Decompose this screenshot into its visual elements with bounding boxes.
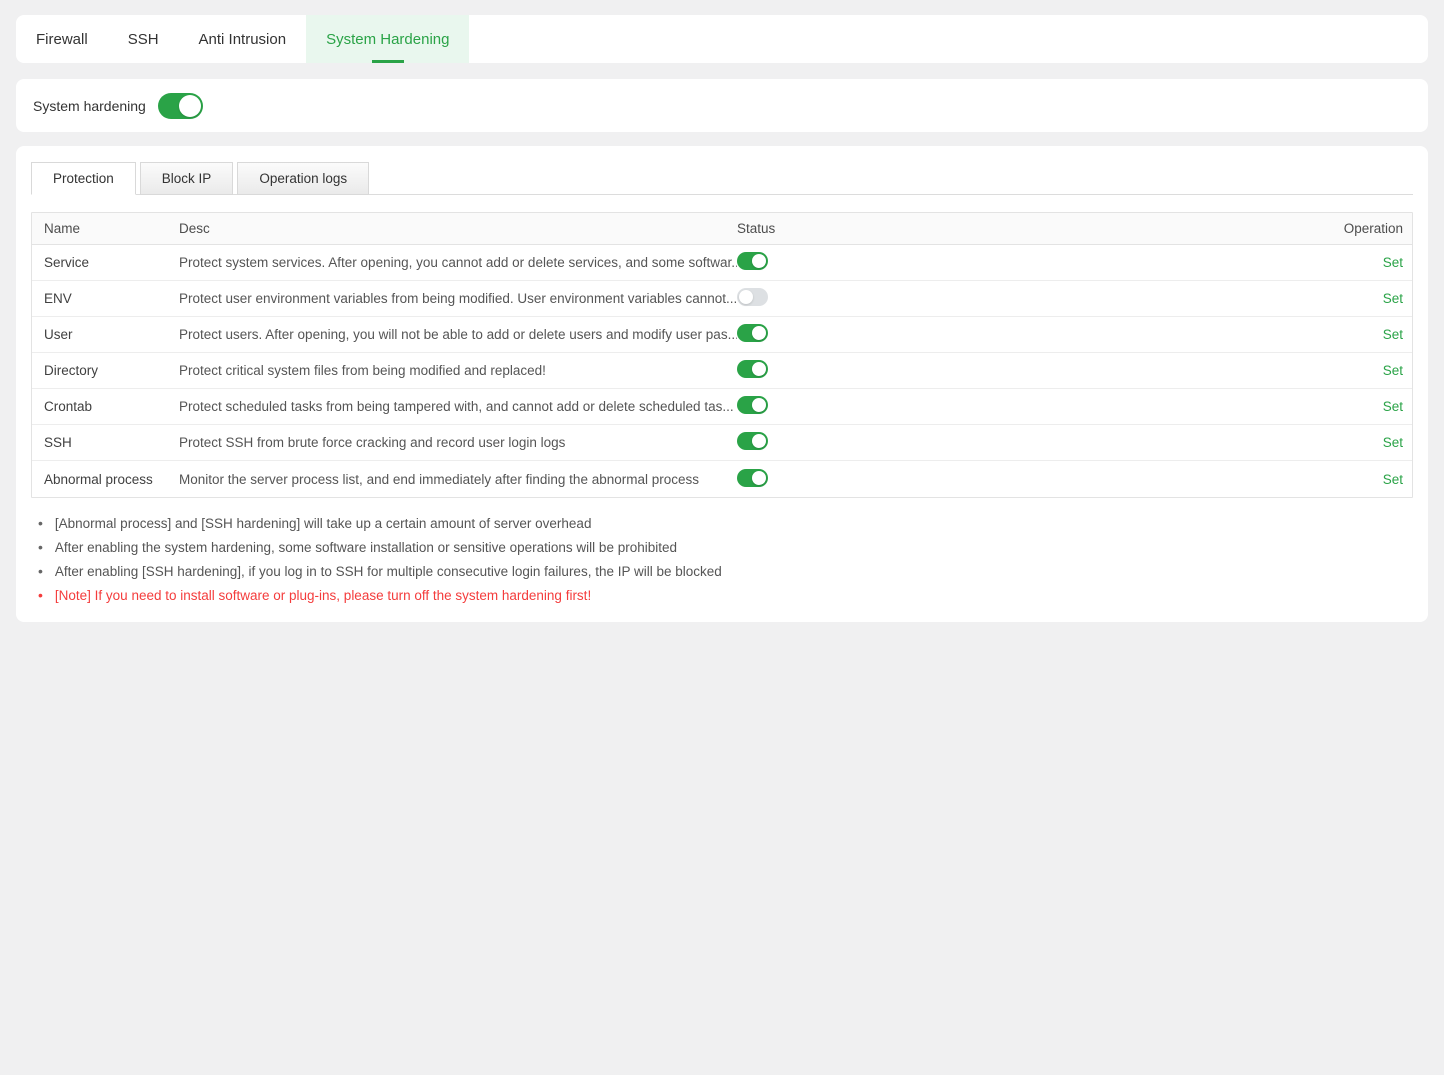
note-item: After enabling [SSH hardening], if you l… — [31, 559, 1413, 583]
note-item: [Abnormal process] and [SSH hardening] w… — [31, 511, 1413, 535]
protection-table: Name Desc Status Operation Service Prote… — [31, 212, 1413, 498]
sub-tabbar: Protection Block IP Operation logs — [31, 162, 1413, 195]
row-status-toggle[interactable] — [737, 288, 768, 306]
tab-firewall[interactable]: Firewall — [16, 15, 108, 63]
tab-anti-intrusion[interactable]: Anti Intrusion — [179, 15, 307, 63]
column-header-desc: Desc — [179, 221, 737, 236]
table-row: ENV Protect user environment variables f… — [32, 281, 1412, 317]
row-name: ENV — [32, 291, 179, 306]
row-status-toggle[interactable] — [737, 360, 768, 378]
row-status-toggle[interactable] — [737, 469, 768, 487]
table-row: Directory Protect critical system files … — [32, 353, 1412, 389]
row-set-link[interactable]: Set — [1383, 363, 1403, 378]
row-set-link[interactable]: Set — [1383, 472, 1403, 487]
main-content-card: Protection Block IP Operation logs Name … — [16, 146, 1428, 622]
note-item-warning: [Note] If you need to install software o… — [31, 583, 1413, 607]
hardening-toggle-card: System hardening — [16, 79, 1428, 132]
column-header-operation: Operation — [1302, 221, 1412, 236]
row-name: User — [32, 327, 179, 342]
row-desc: Protect users. After opening, you will n… — [179, 327, 737, 342]
row-status-toggle[interactable] — [737, 252, 768, 270]
row-name: Service — [32, 255, 179, 270]
table-row: User Protect users. After opening, you w… — [32, 317, 1412, 353]
row-desc: Protect scheduled tasks from being tampe… — [179, 399, 737, 414]
tab-ssh[interactable]: SSH — [108, 15, 179, 63]
row-set-link[interactable]: Set — [1383, 291, 1403, 306]
hardening-toggle-label: System hardening — [33, 98, 146, 114]
row-name: Abnormal process — [32, 472, 179, 487]
table-row: Abnormal process Monitor the server proc… — [32, 461, 1412, 497]
subtab-protection[interactable]: Protection — [31, 162, 136, 195]
main-tabbar: Firewall SSH Anti Intrusion System Harde… — [16, 15, 1428, 63]
column-header-name: Name — [32, 221, 179, 236]
hardening-master-toggle[interactable] — [158, 93, 203, 119]
row-desc: Protect system services. After opening, … — [179, 255, 737, 270]
row-set-link[interactable]: Set — [1383, 255, 1403, 270]
column-header-status: Status — [737, 221, 1302, 236]
table-row: Crontab Protect scheduled tasks from bei… — [32, 389, 1412, 425]
table-row: SSH Protect SSH from brute force crackin… — [32, 425, 1412, 461]
row-name: Directory — [32, 363, 179, 378]
row-set-link[interactable]: Set — [1383, 435, 1403, 450]
note-item: After enabling the system hardening, som… — [31, 535, 1413, 559]
table-header-row: Name Desc Status Operation — [32, 213, 1412, 245]
table-body: Service Protect system services. After o… — [32, 245, 1412, 497]
row-set-link[interactable]: Set — [1383, 327, 1403, 342]
row-desc: Protect SSH from brute force cracking an… — [179, 435, 737, 450]
row-name: Crontab — [32, 399, 179, 414]
row-name: SSH — [32, 435, 179, 450]
subtab-operation-logs[interactable]: Operation logs — [237, 162, 369, 195]
table-row: Service Protect system services. After o… — [32, 245, 1412, 281]
notes-list: [Abnormal process] and [SSH hardening] w… — [31, 511, 1413, 607]
row-set-link[interactable]: Set — [1383, 399, 1403, 414]
row-status-toggle[interactable] — [737, 396, 768, 414]
subtab-block-ip[interactable]: Block IP — [140, 162, 234, 195]
row-desc: Protect user environment variables from … — [179, 291, 737, 306]
row-status-toggle[interactable] — [737, 432, 768, 450]
row-status-toggle[interactable] — [737, 324, 768, 342]
row-desc: Protect critical system files from being… — [179, 363, 737, 378]
tab-system-hardening[interactable]: System Hardening — [306, 15, 469, 63]
row-desc: Monitor the server process list, and end… — [179, 472, 737, 487]
